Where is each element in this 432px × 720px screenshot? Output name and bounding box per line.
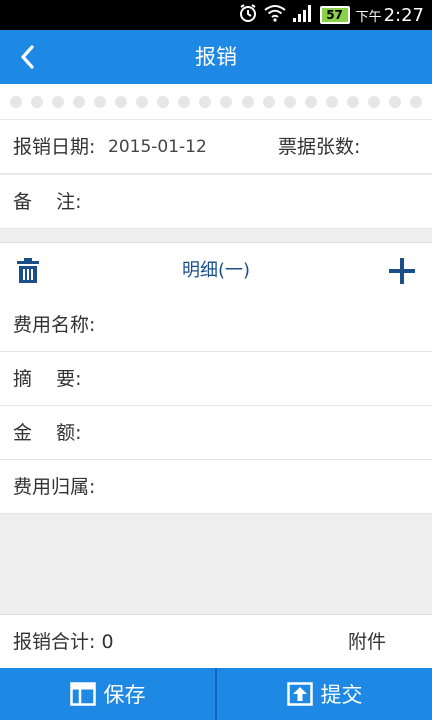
save-icon (69, 682, 96, 706)
save-label: 保存 (103, 683, 146, 707)
ticket-perforation (0, 84, 432, 120)
submit-label: 提交 (320, 683, 363, 707)
total-label: 报销合计: 0 (13, 631, 114, 653)
signal-icon (292, 4, 314, 26)
attachment-button[interactable]: 附件 (348, 615, 386, 669)
total-value: 0 (101, 631, 114, 653)
date-row: 报销日期: 2015-01-12 票据张数: (0, 120, 432, 174)
detail-header: 明细(一) (0, 242, 432, 298)
title-bar: 报销 (0, 30, 432, 84)
upload-icon (286, 682, 313, 706)
expense-name-label: 费用名称: (13, 314, 96, 336)
date-label: 报销日期: (13, 136, 96, 158)
alarm-icon (238, 3, 258, 27)
detail-field-expense-owner[interactable]: 费用归属: (0, 460, 432, 514)
status-bar: 57 下午 2:27 (0, 0, 432, 30)
detail-field-amount[interactable]: 金 额: (0, 406, 432, 460)
summary-row: 报销合计: 0 附件 (0, 614, 432, 668)
note-label: 备 注: (13, 191, 82, 213)
amount-label: 金 额: (13, 422, 82, 444)
date-value[interactable]: 2015-01-12 (108, 120, 207, 174)
submit-button[interactable]: 提交 (217, 668, 432, 720)
detail-title: 明细(一) (181, 260, 251, 281)
clock: 下午 2:27 (355, 4, 424, 26)
bottom-action-bar: 保存 提交 (0, 668, 432, 720)
expense-owner-label: 费用归属: (13, 476, 96, 498)
plus-icon (389, 258, 415, 284)
detail-field-expense-name[interactable]: 费用名称: (0, 298, 432, 352)
detail-field-summary[interactable]: 摘 要: (0, 352, 432, 406)
wifi-icon (263, 4, 286, 26)
save-button[interactable]: 保存 (0, 668, 215, 720)
chevron-left-icon (21, 45, 34, 69)
page-title: 报销 (195, 45, 237, 69)
note-row[interactable]: 备 注: (0, 175, 432, 229)
tickets-label: 票据张数: (278, 136, 361, 158)
back-button[interactable] (10, 39, 46, 75)
battery-icon: 57 (319, 6, 350, 24)
add-detail-button[interactable] (386, 255, 418, 287)
summary-label: 摘 要: (13, 368, 82, 390)
